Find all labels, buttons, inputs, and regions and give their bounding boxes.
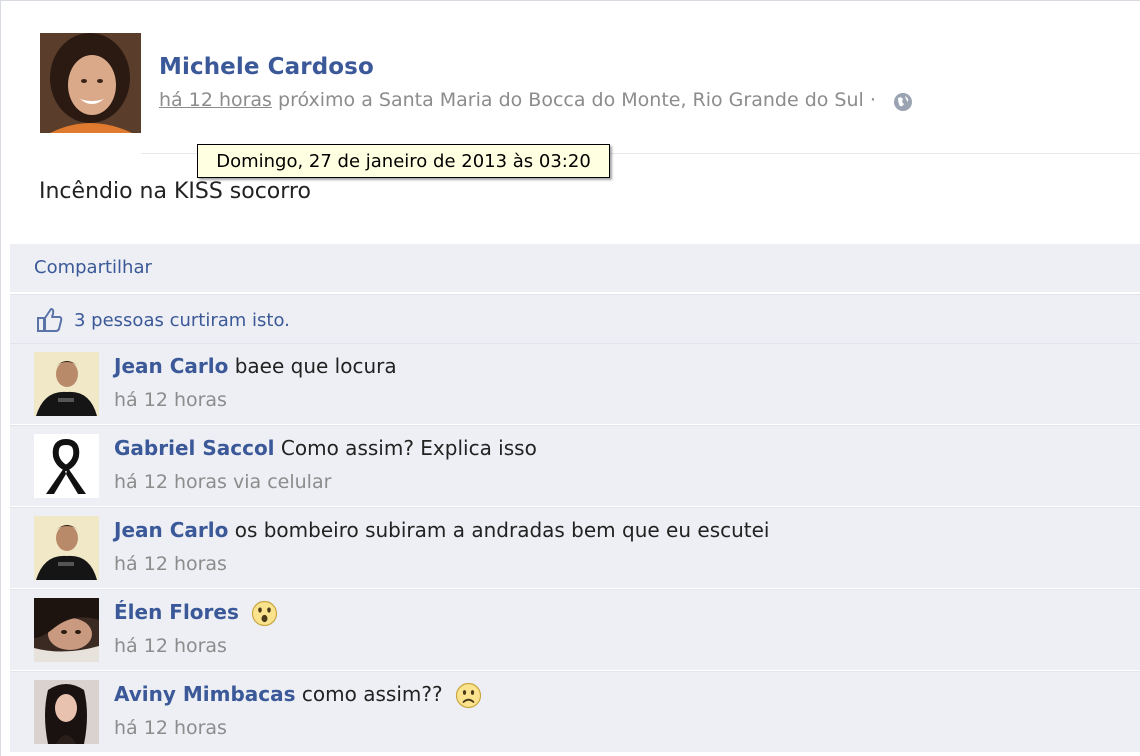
- comment-line: Gabriel Saccol Como assim? Explica isso: [114, 436, 537, 460]
- frown-emoji-icon: [455, 682, 482, 709]
- comment-timestamp[interactable]: há 12 horas: [114, 635, 227, 657]
- comment-item: Jean Carlo os bombeiro subiram a andrada…: [10, 507, 1140, 588]
- comment-text: baee que locura: [234, 354, 397, 378]
- timestamp-tooltip: Domingo, 27 de janeiro de 2013 às 03:20: [197, 144, 610, 178]
- comment-line: Jean Carlo os bombeiro subiram a andrada…: [114, 518, 770, 542]
- commenter-name[interactable]: Jean Carlo: [114, 518, 228, 542]
- comment-text: Como assim? Explica isso: [280, 436, 537, 460]
- comment-text: os bombeiro subiram a andradas bem que e…: [234, 518, 770, 542]
- gasp-emoji-icon: [252, 600, 278, 627]
- post-container: Michele Cardoso há 12 horas próximo a Sa…: [0, 0, 1140, 756]
- post-location[interactable]: próximo a Santa Maria do Bocca do Monte,…: [278, 89, 876, 111]
- globe-icon[interactable]: [892, 91, 914, 113]
- author-name[interactable]: Michele Cardoso: [159, 54, 374, 80]
- likes-text[interactable]: 3 pessoas curtiram isto.: [74, 310, 290, 331]
- comment-timestamp[interactable]: há 12 horas: [114, 389, 227, 411]
- share-link[interactable]: Compartilhar: [34, 257, 152, 278]
- commenter-name[interactable]: Gabriel Saccol: [114, 436, 275, 460]
- comment-timestamp[interactable]: há 12 horas: [114, 553, 227, 575]
- comment-timestamp[interactable]: há 12 horas: [114, 717, 227, 739]
- commenter-avatar[interactable]: [34, 516, 99, 580]
- post-meta: há 12 horas próximo a Santa Maria do Boc…: [159, 89, 876, 111]
- commenter-name[interactable]: Jean Carlo: [114, 354, 228, 378]
- author-avatar[interactable]: [40, 33, 141, 133]
- commenter-name[interactable]: Élen Flores: [114, 600, 239, 624]
- commenter-avatar[interactable]: [34, 352, 99, 416]
- thumbs-up-icon[interactable]: [35, 306, 64, 333]
- commenter-avatar[interactable]: [34, 434, 99, 498]
- comment-item: Gabriel Saccol Como assim? Explica isso …: [10, 425, 1140, 506]
- post-text: Incêndio na KISS socorro: [39, 179, 311, 204]
- comment-timestamp[interactable]: há 12 horas via celular: [114, 471, 331, 493]
- comment-line: Élen Flores: [114, 600, 278, 627]
- commenter-avatar[interactable]: [34, 680, 99, 744]
- actions-bar: Compartilhar: [10, 244, 1140, 292]
- likes-row: 3 pessoas curtiram isto.: [10, 294, 1140, 343]
- post-timestamp[interactable]: há 12 horas: [159, 89, 272, 111]
- commenter-avatar[interactable]: [34, 598, 99, 662]
- comment-item: Élen Flores há 12 horas: [10, 589, 1140, 670]
- comment-item: Jean Carlo baee que locura há 12 horas: [10, 343, 1140, 424]
- commenter-name[interactable]: Aviny Mimbacas: [114, 682, 296, 706]
- comment-item: Aviny Mimbacas como assim?? há 12 horas: [10, 671, 1140, 752]
- comment-line: Aviny Mimbacas como assim??: [114, 682, 482, 709]
- comment-line: Jean Carlo baee que locura: [114, 354, 397, 378]
- comment-text: como assim??: [301, 682, 443, 706]
